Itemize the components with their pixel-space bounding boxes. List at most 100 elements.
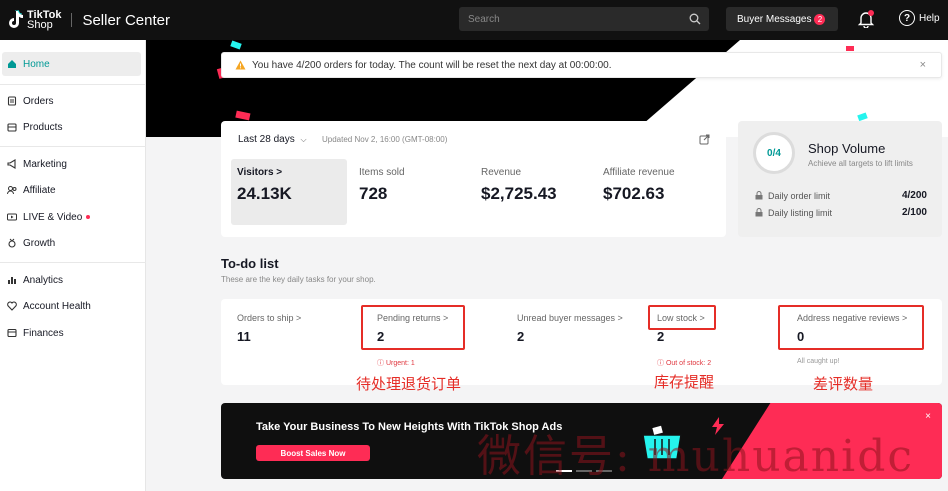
metric-value: $2,725.43	[481, 184, 557, 203]
sidebar-item-label: LIVE & Video	[23, 211, 83, 223]
buyer-messages-label: Buyer Messages	[737, 13, 812, 25]
out-of-stock-note: ⓘ Out of stock: 2	[657, 360, 712, 367]
buyer-messages-badge: 2	[814, 13, 826, 25]
close-icon[interactable]: ×	[920, 59, 926, 71]
help-label: Help	[919, 12, 940, 24]
app-title: Seller Center	[82, 11, 170, 29]
search-icon[interactable]	[689, 13, 701, 25]
help-button[interactable]: ? Help	[899, 10, 940, 26]
close-icon[interactable]: ×	[925, 411, 931, 422]
todo-label: Unread buyer messages >	[517, 313, 623, 323]
notifications-button[interactable]	[857, 10, 875, 29]
metric-affiliate-revenue: Affiliate revenue $702.63	[597, 159, 713, 225]
updated-timestamp: Updated Nov 2, 16:00 (GMT-08:00)	[322, 135, 448, 144]
metric-value: 728	[359, 184, 388, 203]
products-icon	[7, 123, 17, 132]
daily-listing-limit-row: Daily listing limit 2/100	[755, 207, 927, 218]
sidebar-item-products[interactable]: Products	[0, 115, 146, 139]
limit-value: 2/100	[901, 207, 927, 218]
highlight-box-low-stock	[648, 305, 716, 330]
boost-sales-button[interactable]: Boost Sales Now	[256, 445, 370, 461]
shop-volume-card[interactable]: 0/4 Shop Volume Achieve all targets to l…	[738, 121, 942, 237]
sidebar: Home Orders Products Marketing Affiliate…	[0, 40, 146, 491]
sidebar-item-label: Finances	[23, 327, 64, 339]
caught-up-note: All caught up!	[797, 358, 840, 365]
sidebar-item-label: Growth	[23, 237, 56, 249]
buyer-messages-button[interactable]: Buyer Messages 2	[726, 7, 838, 31]
search-bar[interactable]: Search	[459, 7, 709, 31]
watermark-text: 微信号: muhuanidc	[477, 431, 914, 482]
todo-value: 2	[657, 329, 665, 344]
tiktok-shop-logo[interactable]: TikTok Shop	[6, 10, 61, 31]
todo-subtitle: These are the key daily tasks for your s…	[221, 275, 376, 284]
metric-value: $702.63	[603, 184, 665, 203]
sidebar-item-label: Affiliate	[23, 184, 56, 196]
metric-label: Items sold	[359, 167, 405, 178]
people-icon	[7, 186, 17, 195]
metric-visitors[interactable]: Visitors > 24.13K	[231, 159, 347, 225]
annotation-pending-returns: 待处理退货订单	[356, 376, 462, 393]
shop-volume-title: Shop Volume	[808, 141, 886, 156]
metric-value: 24.13K	[237, 184, 292, 203]
sidebar-item-label: Analytics	[23, 274, 64, 286]
tiktok-logo-icon	[9, 10, 23, 28]
todo-title: To-do list	[221, 256, 279, 271]
sidebar-item-growth[interactable]: Growth	[0, 231, 146, 255]
sidebar-item-label: Home	[23, 58, 50, 70]
sidebar-item-label: Account Health	[23, 300, 91, 312]
todo-value: 11	[237, 329, 251, 344]
sidebar-item-orders[interactable]: Orders	[0, 89, 146, 113]
shop-volume-subtitle: Achieve all targets to lift limits	[808, 159, 913, 168]
orders-icon	[7, 96, 17, 106]
date-range-selector[interactable]: Last 28 days ⌵	[238, 134, 307, 145]
sidebar-item-home[interactable]: Home	[2, 52, 141, 76]
urgent-note: ⓘ Urgent: 1	[377, 360, 415, 367]
banner-message: You have 4/200 orders for today. The cou…	[252, 59, 612, 71]
top-bar: TikTok Shop Seller Center Search Buyer M…	[0, 0, 948, 40]
lock-icon	[755, 191, 763, 200]
search-input[interactable]: Search	[468, 14, 689, 25]
highlight-box-negative-reviews	[778, 305, 924, 350]
todo-label: Orders to ship >	[237, 313, 302, 323]
medal-icon	[8, 238, 16, 248]
highlight-box-pending-returns	[361, 305, 465, 350]
daily-order-limit-row: Daily order limit 4/200	[755, 190, 927, 201]
home-icon	[8, 60, 16, 68]
metric-items-sold: Items sold 728	[353, 159, 469, 225]
metric-revenue: Revenue $2,725.43	[475, 159, 591, 225]
sidebar-item-label: Products	[23, 121, 63, 133]
brand-divider	[71, 13, 73, 27]
finance-icon	[7, 328, 17, 338]
chart-icon	[8, 277, 16, 284]
metric-label: Affiliate revenue	[603, 167, 675, 178]
volume-progress-ring: 0/4	[753, 132, 795, 174]
urgent-note-text: Urgent: 1	[385, 360, 415, 367]
sidebar-item-account-health[interactable]: Account Health	[0, 294, 146, 318]
warning-icon	[235, 60, 246, 70]
sidebar-divider	[0, 146, 146, 147]
metric-label: Visitors >	[237, 167, 283, 178]
sidebar-item-affiliate[interactable]: Affiliate	[0, 178, 146, 202]
annotation-negative-reviews: 差评数量	[813, 376, 874, 393]
heart-icon	[7, 301, 17, 311]
new-indicator-dot	[86, 215, 91, 219]
date-range-label: Last 28 days	[238, 134, 295, 145]
out-of-stock-note-text: Out of stock: 2	[665, 360, 712, 367]
sidebar-item-analytics[interactable]: Analytics	[0, 268, 146, 292]
limit-label: Daily order limit	[768, 190, 831, 201]
export-icon[interactable]	[699, 134, 710, 145]
sidebar-item-finances[interactable]: Finances	[0, 321, 146, 345]
sidebar-item-live-video[interactable]: LIVE & Video	[0, 205, 146, 229]
limit-label: Daily listing limit	[768, 207, 833, 218]
business-overview-card: Last 28 days ⌵ Updated Nov 2, 16:00 (GMT…	[221, 121, 726, 237]
sidebar-item-marketing[interactable]: Marketing	[0, 152, 146, 176]
todo-orders-to-ship[interactable]: Orders to ship > 11	[237, 313, 301, 344]
lock-icon	[755, 208, 763, 217]
todo-unread-messages[interactable]: Unread buyer messages > 2	[517, 313, 623, 344]
todo-value: 2	[517, 329, 525, 344]
help-icon: ?	[899, 10, 915, 26]
sidebar-divider	[0, 262, 146, 263]
sidebar-item-label: Orders	[23, 95, 54, 107]
chevron-down-icon: ⌵	[300, 135, 307, 144]
notification-dot	[868, 10, 874, 16]
